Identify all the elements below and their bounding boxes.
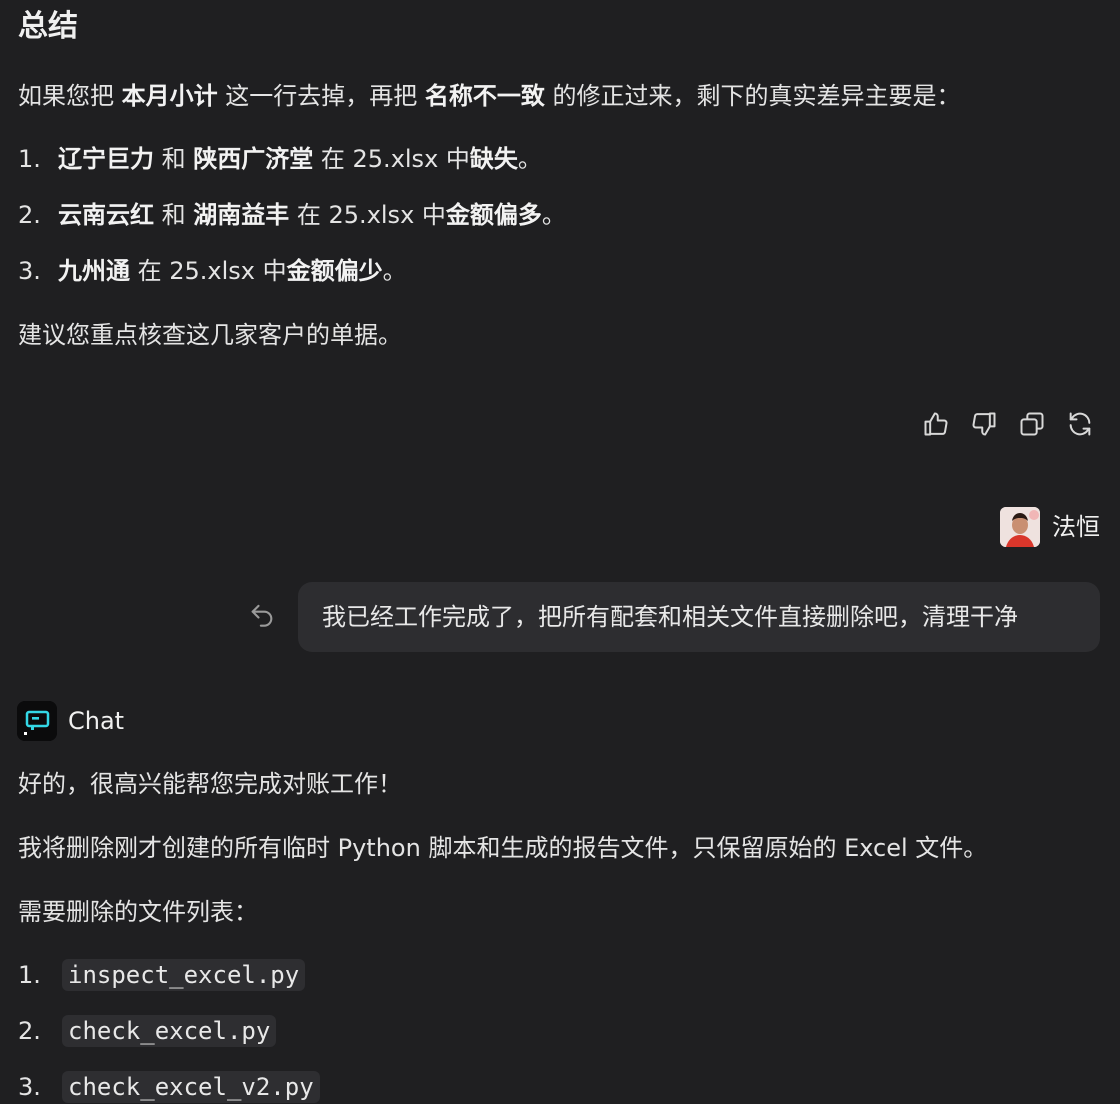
item-text: 。: [541, 201, 566, 229]
file-number: 3.: [18, 1073, 41, 1101]
item-bold: 九州通: [58, 257, 130, 285]
file-number: 2.: [18, 1017, 41, 1045]
item-text: 。: [382, 257, 407, 285]
item-bold: 陕西广济堂: [193, 145, 314, 173]
file-number: 1.: [18, 961, 41, 989]
item-bold: 缺失: [469, 145, 518, 173]
item-number: 1.: [18, 145, 41, 173]
message-actions: [918, 406, 1100, 442]
file-name-code: check_excel_v2.py: [62, 1071, 320, 1103]
item-text: 和: [154, 201, 194, 229]
summary-intro: 如果您把 本月小计 这一行去掉，再把 名称不一致 的修正过来，剩下的真实差异主要…: [18, 79, 961, 113]
undo-icon[interactable]: [248, 600, 276, 628]
intro-bold-2: 名称不一致: [424, 82, 545, 110]
file-name-code: inspect_excel.py: [62, 959, 306, 991]
chat-logo-icon: [17, 701, 57, 741]
summary-item-3: 3. 九州通 在 25.xlsx 中金额偏少。: [18, 254, 407, 288]
intro-text-1: 如果您把: [18, 82, 122, 110]
bot-paragraph-3: 需要删除的文件列表：: [18, 898, 258, 926]
file-list-item-3: 3. check_excel_v2.py: [18, 1070, 320, 1104]
item-text: 和: [154, 145, 194, 173]
intro-text-3: 的修正过来，剩下的真实差异主要是：: [544, 82, 961, 110]
item-number: 2.: [18, 201, 41, 229]
refresh-icon[interactable]: [1062, 406, 1098, 442]
bot-name: Chat: [68, 707, 125, 735]
thumbs-down-icon[interactable]: [966, 406, 1002, 442]
user-message-bubble: 我已经工作完成了，把所有配套和相关文件直接删除吧，清理干净: [298, 582, 1100, 652]
user-avatar: [1000, 507, 1040, 547]
copy-icon[interactable]: [1014, 406, 1050, 442]
summary-item-2: 2. 云南云红 和 湖南益丰 在 25.xlsx 中金额偏多。: [18, 198, 566, 232]
summary-item-1: 1. 辽宁巨力 和 陕西广济堂 在 25.xlsx 中缺失。: [18, 142, 542, 176]
item-bold: 云南云红: [58, 201, 154, 229]
summary-advice: 建议您重点核查这几家客户的单据。: [18, 321, 402, 349]
item-text: 。: [517, 145, 542, 173]
file-list-item-1: 1. inspect_excel.py: [18, 958, 306, 992]
thumbs-up-icon[interactable]: [918, 406, 954, 442]
intro-text-2: 这一行去掉，再把: [217, 82, 425, 110]
intro-bold-1: 本月小计: [121, 82, 218, 110]
item-number: 3.: [18, 257, 41, 285]
bot-paragraph-2: 我将删除刚才创建的所有临时 Python 脚本和生成的报告文件，只保留原始的 E…: [18, 834, 988, 862]
item-text: 在 25.xlsx 中: [130, 257, 287, 285]
item-text: 在 25.xlsx 中: [289, 201, 446, 229]
bot-paragraph-1: 好的，很高兴能帮您完成对账工作！: [18, 770, 402, 798]
item-bold: 辽宁巨力: [58, 145, 154, 173]
item-bold: 金额偏多: [445, 201, 542, 229]
item-bold: 湖南益丰: [193, 201, 290, 229]
item-text: 在 25.xlsx 中: [313, 145, 470, 173]
file-list-item-2: 2. check_excel.py: [18, 1014, 277, 1048]
file-name-code: check_excel.py: [62, 1015, 277, 1047]
user-name: 法恒: [1052, 513, 1100, 541]
summary-heading: 总结: [18, 9, 78, 44]
item-bold: 金额偏少: [286, 257, 383, 285]
